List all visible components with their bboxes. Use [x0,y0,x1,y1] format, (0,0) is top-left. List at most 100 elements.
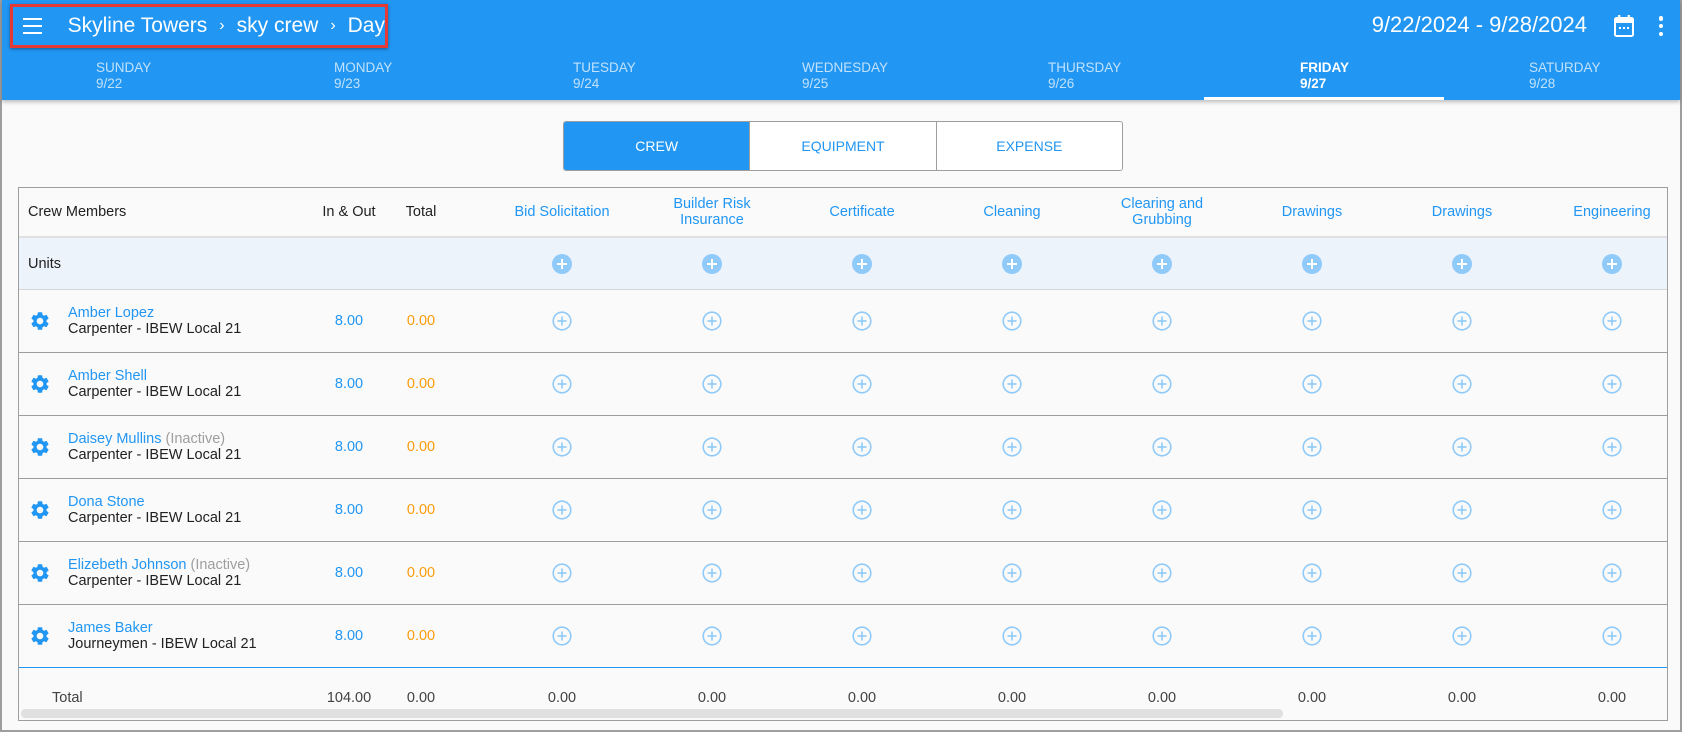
calendar-icon[interactable] [1614,15,1634,37]
add-hours-button[interactable] [1542,290,1667,352]
tab-date-label: 9/23 [334,76,361,91]
add-hours-button[interactable] [642,353,782,415]
add-hours-button[interactable] [1092,353,1232,415]
add-hours-button[interactable] [1392,542,1532,604]
add-unit-button[interactable] [792,238,932,289]
add-hours-button[interactable] [642,542,782,604]
column-header-cost-code[interactable]: Engineering [1542,188,1667,236]
column-header-cost-code[interactable]: Drawings [1242,188,1382,236]
add-hours-button[interactable] [942,290,1082,352]
add-hours-button[interactable] [1392,416,1532,478]
add-hours-button[interactable] [1242,290,1382,352]
gear-icon[interactable] [29,625,51,647]
add-hours-button[interactable] [942,479,1082,541]
breadcrumb-view: Day [347,14,385,37]
add-unit-button[interactable] [642,238,782,289]
add-hours-button[interactable] [1392,605,1532,667]
add-hours-button[interactable] [1242,479,1382,541]
add-hours-button[interactable] [792,605,932,667]
add-hours-button[interactable] [1092,416,1232,478]
crew-member-name[interactable]: Dona Stone [68,494,145,510]
add-hours-button[interactable] [1092,479,1232,541]
add-unit-button[interactable] [1242,238,1382,289]
in-out-hours[interactable]: 8.00 [309,605,389,667]
add-unit-button[interactable] [1392,238,1532,289]
crew-member-name[interactable]: Amber Lopez [68,305,154,321]
tab-sunday[interactable]: SUNDAY 9/22 [96,56,336,100]
add-hours-button[interactable] [492,353,632,415]
column-header-cost-code[interactable]: Clearing and Grubbing [1092,188,1232,236]
crew-member-name[interactable]: Daisey Mullins [68,431,161,447]
add-hours-button[interactable] [1242,542,1382,604]
add-hours-button[interactable] [1092,542,1232,604]
add-hours-button[interactable] [942,542,1082,604]
add-hours-button[interactable] [642,479,782,541]
add-unit-button[interactable] [1542,238,1667,289]
add-hours-button[interactable] [1542,479,1667,541]
add-hours-button[interactable] [642,416,782,478]
add-hours-button[interactable] [792,542,932,604]
in-out-hours[interactable]: 8.00 [309,353,389,415]
add-hours-button[interactable] [1392,290,1532,352]
add-hours-button[interactable] [1242,605,1382,667]
add-hours-button[interactable] [492,290,632,352]
add-hours-button[interactable] [642,290,782,352]
tab-monday[interactable]: MONDAY 9/23 [334,56,574,100]
add-hours-button[interactable] [1092,290,1232,352]
add-hours-button[interactable] [1392,479,1532,541]
gear-icon[interactable] [29,499,51,521]
add-unit-button[interactable] [942,238,1082,289]
add-hours-button[interactable] [492,479,632,541]
column-header-cost-code[interactable]: Cleaning [942,188,1082,236]
crew-member-name[interactable]: Amber Shell [68,368,147,384]
add-hours-button[interactable] [492,605,632,667]
equipment-tab-button[interactable]: EQUIPMENT [749,122,935,170]
breadcrumb-project[interactable]: Skyline Towers [68,14,208,38]
add-hours-button[interactable] [1542,353,1667,415]
in-out-hours[interactable]: 8.00 [309,290,389,352]
add-hours-button[interactable] [792,479,932,541]
date-range[interactable]: 9/22/2024 - 9/28/2024 [1372,12,1587,38]
more-vert-icon[interactable] [1657,16,1665,36]
crew-member-name[interactable]: Elizebeth Johnson [68,557,187,573]
column-header-cost-code[interactable]: Bid Solicitation [492,188,632,236]
add-hours-button[interactable] [792,353,932,415]
add-hours-button[interactable] [792,416,932,478]
menu-icon[interactable] [23,18,42,34]
add-hours-button[interactable] [1242,353,1382,415]
crew-tab-button[interactable]: CREW [564,122,750,170]
add-hours-button[interactable] [1542,542,1667,604]
add-hours-button[interactable] [942,416,1082,478]
add-hours-button[interactable] [1542,416,1667,478]
add-hours-button[interactable] [492,542,632,604]
in-out-hours[interactable]: 8.00 [309,542,389,604]
add-unit-button[interactable] [492,238,632,289]
tab-friday[interactable]: FRIDAY 9/27 [1204,56,1444,100]
horizontal-scrollbar[interactable] [21,709,1283,718]
column-header-cost-code[interactable]: Builder Risk Insurance [642,188,782,236]
column-header-cost-code[interactable]: Certificate [792,188,932,236]
tab-tuesday[interactable]: TUESDAY 9/24 [573,56,813,100]
add-hours-button[interactable] [1092,605,1232,667]
in-out-hours[interactable]: 8.00 [309,416,389,478]
gear-icon[interactable] [29,562,51,584]
column-header-cost-code[interactable]: Drawings [1392,188,1532,236]
expense-tab-button[interactable]: EXPENSE [935,122,1122,170]
crew-member-name[interactable]: James Baker [68,620,153,636]
tab-saturday[interactable]: SATURDAY 9/28 [1529,56,1679,100]
breadcrumb-crew[interactable]: sky crew [237,14,319,38]
add-hours-button[interactable] [942,605,1082,667]
add-hours-button[interactable] [642,605,782,667]
tab-wednesday[interactable]: WEDNESDAY 9/25 [802,56,1042,100]
add-hours-button[interactable] [1392,353,1532,415]
in-out-hours[interactable]: 8.00 [309,479,389,541]
add-unit-button[interactable] [1092,238,1232,289]
gear-icon[interactable] [29,310,51,332]
add-hours-button[interactable] [942,353,1082,415]
add-hours-button[interactable] [1242,416,1382,478]
gear-icon[interactable] [29,436,51,458]
add-hours-button[interactable] [792,290,932,352]
gear-icon[interactable] [29,373,51,395]
add-hours-button[interactable] [492,416,632,478]
add-hours-button[interactable] [1542,605,1667,667]
